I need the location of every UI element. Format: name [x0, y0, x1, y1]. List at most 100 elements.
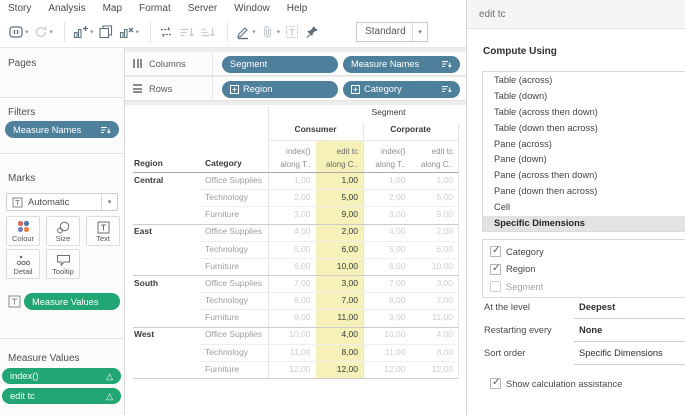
value-cell[interactable]: 2,00 [268, 189, 316, 206]
value-cell[interactable]: 11,00 [363, 344, 411, 361]
checkbox-region[interactable] [490, 263, 501, 275]
value-cell[interactable]: 8,00 [411, 344, 459, 361]
category-cell[interactable]: Technology [200, 344, 268, 361]
sort-ascending-icon[interactable] [178, 20, 195, 44]
value-cell[interactable]: 5,00 [268, 241, 316, 258]
value-cell[interactable]: 1,00 [411, 172, 459, 189]
restarting-every-dropdown[interactable]: None [579, 325, 602, 335]
highlight-icon[interactable]: ▾ [235, 20, 256, 44]
menu-help[interactable]: Help [287, 3, 308, 14]
group-members-icon[interactable]: ▾ [260, 20, 280, 44]
category-cell[interactable]: Office Supplies [200, 172, 268, 189]
chevron-down-icon[interactable]: ▾ [412, 22, 427, 41]
value-cell[interactable]: 2,00 [316, 223, 364, 240]
value-cell[interactable]: 8,00 [316, 344, 364, 361]
value-cell[interactable]: 4,00 [316, 326, 364, 343]
value-cell[interactable]: 7,00 [268, 275, 316, 292]
column-field-label-segment[interactable]: Segment [341, 107, 436, 117]
compute-option[interactable]: Table (down then across) [483, 121, 685, 137]
category-cell[interactable]: Furniture [200, 361, 268, 378]
value-cell[interactable]: 4,00 [411, 326, 459, 343]
row-field-label-region[interactable]: Region [134, 158, 163, 168]
value-cell[interactable]: 12,00 [268, 361, 316, 378]
show-calculation-assistance-row[interactable]: Show calculation assistance [490, 377, 622, 389]
fit-selector-dropdown[interactable]: Standard ▾ [356, 21, 429, 42]
sort-descending-icon[interactable] [199, 20, 216, 44]
region-cell[interactable]: West [133, 326, 200, 343]
size-button[interactable]: Size [46, 216, 80, 246]
colour-button[interactable]: Colour [6, 216, 40, 246]
row-field-label-category[interactable]: Category [205, 158, 242, 168]
value-cell[interactable]: 10,00 [268, 326, 316, 343]
dimension-row-region[interactable]: Region [490, 261, 685, 279]
value-cell[interactable]: 9,00 [363, 309, 411, 326]
clear-sheet-icon[interactable]: ▾ [118, 20, 139, 44]
menu-map[interactable]: Map [103, 3, 122, 14]
run-auto-updates-icon[interactable]: ▾ [33, 20, 53, 44]
value-cell[interactable]: 1,00 [316, 172, 364, 189]
dimension-row-category[interactable]: Category [490, 243, 685, 261]
value-cell[interactable]: 9,00 [316, 206, 364, 223]
compute-option[interactable]: Pane (across) [483, 137, 685, 153]
compute-option[interactable]: Pane (down) [483, 152, 685, 168]
value-cell[interactable]: 9,00 [411, 206, 459, 223]
filter-pill-measure-names[interactable]: Measure Names [5, 121, 119, 138]
measure-header-index[interactable]: index() along T.. [268, 141, 316, 171]
compute-option[interactable]: Table (down) [483, 89, 685, 105]
value-cell[interactable]: 12,00 [363, 361, 411, 378]
columns-pill-segment[interactable]: Segment [222, 55, 338, 73]
region-cell[interactable]: East [133, 223, 200, 240]
value-cell[interactable]: 7,00 [363, 275, 411, 292]
value-cell[interactable]: 3,00 [411, 275, 459, 292]
measure-header-index[interactable]: index() along T.. [363, 141, 411, 171]
value-cell[interactable]: 12,00 [316, 361, 364, 378]
value-cell[interactable]: 9,00 [268, 309, 316, 326]
value-cell[interactable]: 8,00 [268, 292, 316, 309]
rows-pill-region[interactable]: Region [222, 80, 338, 98]
value-cell[interactable]: 5,00 [363, 241, 411, 258]
menu-format[interactable]: Format [139, 3, 171, 14]
value-cell[interactable]: 7,00 [316, 292, 364, 309]
segment-header-corporate[interactable]: Corporate [363, 124, 458, 134]
measure-header-edit-tc[interactable]: edit tc along C.. [316, 141, 364, 171]
compute-option[interactable]: Pane (across then down) [483, 168, 685, 184]
rows-pill-category[interactable]: Category [343, 80, 460, 98]
category-cell[interactable]: Furniture [200, 258, 268, 275]
value-cell[interactable]: 6,00 [363, 258, 411, 275]
fix-axes-pin-icon[interactable] [304, 20, 320, 44]
value-cell[interactable]: 6,00 [411, 241, 459, 258]
value-cell[interactable]: 1,00 [268, 172, 316, 189]
dimension-row-segment[interactable]: Segment [490, 278, 685, 296]
menu-window[interactable]: Window [234, 3, 270, 14]
new-worksheet-icon[interactable]: ▾ [72, 20, 94, 44]
measure-pill-edit-tc[interactable]: edit tc △ [2, 388, 121, 404]
expand-plus-icon[interactable] [230, 84, 239, 94]
expand-plus-icon[interactable] [351, 84, 360, 94]
category-cell[interactable]: Technology [200, 189, 268, 206]
menu-analysis[interactable]: Analysis [48, 3, 85, 14]
value-cell[interactable]: 11,00 [268, 344, 316, 361]
category-cell[interactable]: Technology [200, 241, 268, 258]
swap-rows-columns-icon[interactable] [158, 20, 174, 44]
encoding-pill-measure-values[interactable]: Measure Values [24, 293, 120, 310]
checkbox-show-calculation-assistance[interactable] [490, 377, 501, 389]
category-cell[interactable]: Furniture [200, 309, 268, 326]
value-cell[interactable]: 5,00 [316, 189, 364, 206]
value-cell[interactable]: 10,00 [316, 258, 364, 275]
value-cell[interactable]: 3,00 [363, 206, 411, 223]
value-cell[interactable]: 6,00 [268, 258, 316, 275]
value-cell[interactable]: 2,00 [363, 189, 411, 206]
value-cell[interactable]: 7,00 [411, 292, 459, 309]
category-cell[interactable]: Technology [200, 292, 268, 309]
value-cell[interactable]: 3,00 [316, 275, 364, 292]
compute-option[interactable]: Table (across) [483, 73, 685, 89]
region-cell[interactable]: South [133, 275, 200, 292]
compute-option[interactable]: Table (across then down) [483, 105, 685, 121]
value-cell[interactable]: 1,00 [363, 172, 411, 189]
value-cell[interactable]: 11,00 [316, 309, 364, 326]
compute-option[interactable]: Cell [483, 200, 685, 216]
value-cell[interactable]: 11,00 [411, 309, 459, 326]
tooltip-button[interactable]: Tooltip [46, 249, 80, 279]
value-cell[interactable]: 6,00 [316, 241, 364, 258]
at-the-level-dropdown[interactable]: Deepest [579, 302, 615, 312]
